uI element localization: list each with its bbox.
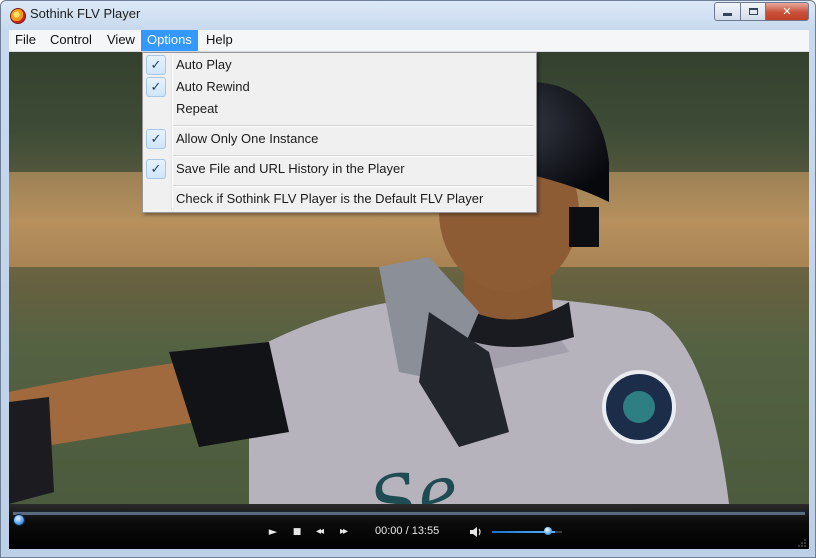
menu-separator: [173, 185, 534, 187]
close-button[interactable]: ✕: [766, 2, 809, 21]
menu-item-label: Auto Rewind: [176, 79, 250, 94]
maximize-icon: [748, 8, 758, 15]
app-window: Sothink FLV Player ✕ File Control View O…: [0, 0, 816, 558]
options-dropdown: ✓ Auto Play ✓ Auto Rewind Repeat ✓ Allow…: [142, 52, 537, 213]
checkmark-icon: ✓: [146, 77, 166, 97]
menu-item-auto-play[interactable]: ✓ Auto Play: [143, 54, 536, 76]
time-display: 00:00 / 13:55: [375, 525, 440, 537]
volume-handle[interactable]: [543, 527, 552, 535]
menu-file[interactable]: File: [9, 30, 42, 51]
sothink-app-icon[interactable]: [10, 8, 26, 24]
menu-item-label: Save File and URL History in the Player: [176, 161, 405, 176]
player-controls: ► ■ ◂◂ ▸▸ 00:00 / 13:55: [9, 504, 809, 549]
menu-view[interactable]: View: [101, 30, 141, 51]
menu-item-check-default-player[interactable]: Check if Sothink FLV Player is the Defau…: [143, 188, 536, 210]
resize-grip-icon[interactable]: [798, 539, 806, 547]
maximize-button[interactable]: [741, 2, 766, 21]
menu-separator: [173, 155, 534, 157]
menu-help[interactable]: Help: [200, 30, 239, 51]
play-button[interactable]: ►: [265, 524, 281, 540]
checkmark-icon: ✓: [146, 129, 166, 149]
menu-separator: [173, 125, 534, 127]
title-bar[interactable]: Sothink FLV Player ✕: [1, 1, 815, 30]
checkmark-icon: ✓: [146, 159, 166, 179]
rewind-button[interactable]: ◂◂: [311, 524, 327, 540]
close-icon: ✕: [782, 5, 792, 18]
menu-item-save-history[interactable]: ✓ Save File and URL History in the Playe…: [143, 158, 536, 180]
menu-item-auto-rewind[interactable]: ✓ Auto Rewind: [143, 76, 536, 98]
volume-icon[interactable]: [469, 526, 483, 538]
menu-control[interactable]: Control: [44, 30, 98, 51]
window-controls: ✕: [714, 2, 809, 21]
menu-item-repeat[interactable]: Repeat: [143, 98, 536, 120]
seek-handle[interactable]: [13, 514, 25, 526]
checkmark-icon: ✓: [146, 55, 166, 75]
minimize-button[interactable]: [714, 2, 741, 21]
menu-options[interactable]: Options: [141, 30, 198, 51]
menu-item-label: Repeat: [176, 101, 218, 116]
menu-item-label: Auto Play: [176, 57, 232, 72]
stop-button[interactable]: ■: [289, 524, 305, 540]
menu-item-label: Allow Only One Instance: [176, 131, 319, 146]
forward-button[interactable]: ▸▸: [335, 524, 351, 540]
menu-bar: File Control View Options Help: [9, 30, 809, 52]
menu-item-allow-one-instance[interactable]: ✓ Allow Only One Instance: [143, 128, 536, 150]
seek-bar[interactable]: [13, 511, 805, 526]
window-title: Sothink FLV Player: [30, 6, 141, 21]
minimize-icon: [723, 13, 732, 16]
menu-item-label: Check if Sothink FLV Player is the Defau…: [176, 191, 484, 206]
